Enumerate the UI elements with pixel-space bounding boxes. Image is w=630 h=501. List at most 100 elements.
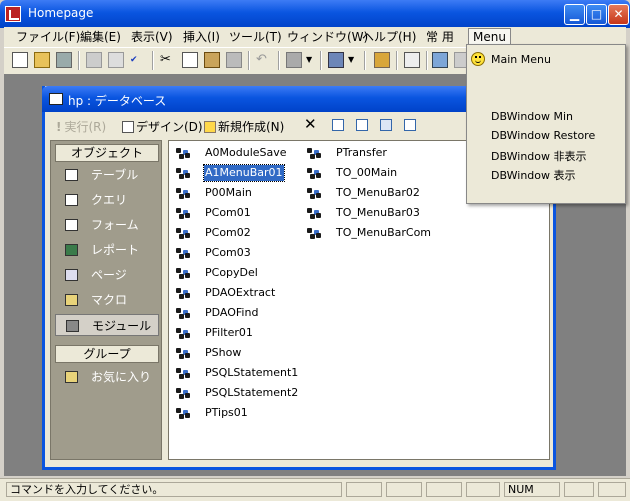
details-view-icon[interactable] — [404, 118, 418, 132]
menu-item-dbwindow-restore[interactable]: DBWindow Restore — [491, 129, 595, 142]
paste-icon[interactable] — [204, 52, 220, 68]
toolbar-separator — [426, 51, 428, 70]
page-icon — [65, 269, 78, 281]
copy-icon[interactable] — [182, 52, 198, 68]
status-cell — [598, 482, 626, 497]
list-view-icon[interactable] — [380, 118, 394, 132]
exclamation-icon: ! — [56, 120, 62, 134]
groups-header[interactable]: グループ — [55, 345, 159, 363]
toolbar-separator — [320, 51, 322, 70]
toolbar-separator — [152, 51, 154, 70]
module-icon — [66, 320, 79, 332]
close-button[interactable]: ✕ — [608, 4, 629, 25]
toolbar-separator — [278, 51, 280, 70]
table-icon — [65, 169, 78, 181]
status-message: コマンドを入力してください。 — [6, 482, 342, 497]
title-bar: Homepage ▁ □ ✕ — [0, 0, 630, 28]
objects-header[interactable]: オブジェクト — [55, 144, 159, 162]
module-icon — [175, 147, 189, 159]
report-icon — [65, 244, 78, 256]
save-icon[interactable] — [56, 52, 72, 68]
maximize-button[interactable]: □ — [586, 4, 607, 25]
database-window-title-bar: hp : データベース — [42, 86, 472, 112]
access-app-icon[interactable] — [5, 6, 21, 22]
group-favorites[interactable]: お気に入り — [55, 366, 159, 388]
menu-view[interactable]: 表示(V) — [131, 29, 173, 45]
properties-icon[interactable] — [404, 52, 420, 68]
menu-insert[interactable]: 挿入(I) — [183, 29, 220, 45]
code-icon[interactable] — [374, 52, 390, 68]
object-pages[interactable]: ページ — [55, 264, 159, 286]
menu-item-main-menu[interactable]: Main Menu — [491, 53, 551, 66]
object-macros[interactable]: マクロ — [55, 289, 159, 311]
run-label: 実行(R) — [64, 120, 107, 134]
module-icon — [175, 327, 189, 339]
module-icon — [306, 227, 320, 239]
menu-item-dbwindow-min[interactable]: DBWindow Min — [491, 110, 573, 123]
object-forms[interactable]: フォーム — [55, 214, 159, 236]
menu-edit[interactable]: 編集(E) — [80, 29, 121, 45]
object-tables[interactable]: テーブル — [55, 164, 159, 186]
module-icon — [175, 387, 189, 399]
design-button[interactable]: デザイン(D) — [122, 118, 203, 135]
num-lock-indicator: NUM — [504, 482, 560, 497]
module-icon — [175, 367, 189, 379]
new-label: 新規作成(N) — [218, 120, 285, 134]
relationships-icon[interactable] — [432, 52, 448, 68]
favorites-folder-icon — [65, 371, 78, 383]
undo-icon[interactable]: ↶ — [256, 52, 272, 68]
status-cell — [426, 482, 462, 497]
menu-tools[interactable]: ツール(T) — [229, 29, 282, 45]
status-cell — [386, 482, 422, 497]
minimize-button[interactable]: ▁ — [564, 4, 585, 25]
delete-icon[interactable]: ✕ — [304, 115, 317, 133]
menu-window[interactable]: ウィンドウ(W) — [287, 29, 368, 45]
print-preview-icon[interactable] — [108, 52, 124, 68]
status-cell — [564, 482, 594, 497]
module-icon — [306, 207, 320, 219]
design-view-icon — [122, 121, 134, 133]
status-cell — [466, 482, 500, 497]
module-icon — [306, 147, 320, 159]
module-icon — [175, 207, 189, 219]
menu-item-dbwindow-hide[interactable]: DBWindow 非表示 — [491, 148, 587, 164]
office-links-icon[interactable] — [286, 52, 302, 68]
print-icon[interactable] — [86, 52, 102, 68]
spellcheck-icon[interactable]: ✔ — [130, 52, 146, 68]
module-icon — [175, 227, 189, 239]
module-icon — [306, 167, 320, 179]
analyze-icon[interactable] — [328, 52, 344, 68]
module-icon — [175, 307, 189, 319]
database-window-title: hp : データベース — [68, 94, 167, 108]
new-button[interactable]: 新規作成(N) — [204, 118, 284, 135]
design-label: デザイン(D) — [136, 120, 203, 134]
object-queries[interactable]: クエリ — [55, 189, 159, 211]
toolbar-separator — [364, 51, 366, 70]
module-icon — [175, 247, 189, 259]
large-icons-view-icon[interactable] — [332, 118, 346, 132]
menu-help[interactable]: ヘルプ(H) — [362, 29, 416, 45]
menu-item-dbwindow-show[interactable]: DBWindow 表示 — [491, 167, 576, 183]
toolbar-separator — [396, 51, 398, 70]
module-icon — [175, 347, 189, 359]
menu-file[interactable]: ファイル(F) — [16, 29, 80, 45]
chevron-down-icon[interactable]: ▼ — [348, 52, 364, 68]
module-icon — [175, 287, 189, 299]
module-icon — [175, 187, 189, 199]
smiley-icon — [471, 52, 485, 66]
run-button[interactable]: ! 実行(R) — [56, 118, 106, 135]
format-painter-icon[interactable] — [226, 52, 242, 68]
menu-dropdown: Main Menu DBWindow Min DBWindow Restore … — [466, 44, 626, 204]
open-folder-icon[interactable] — [34, 52, 50, 68]
module-icon — [306, 187, 320, 199]
menu-common[interactable]: 常 用 — [426, 29, 454, 45]
status-cell — [346, 482, 382, 497]
module-icon — [175, 167, 189, 179]
small-icons-view-icon[interactable] — [356, 118, 370, 132]
toolbar-separator — [248, 51, 250, 70]
object-reports[interactable]: レポート — [55, 239, 159, 261]
new-file-icon[interactable] — [12, 52, 28, 68]
macro-icon — [65, 294, 78, 306]
object-modules[interactable]: モジュール — [55, 314, 159, 336]
cut-icon[interactable]: ✂ — [160, 52, 176, 68]
